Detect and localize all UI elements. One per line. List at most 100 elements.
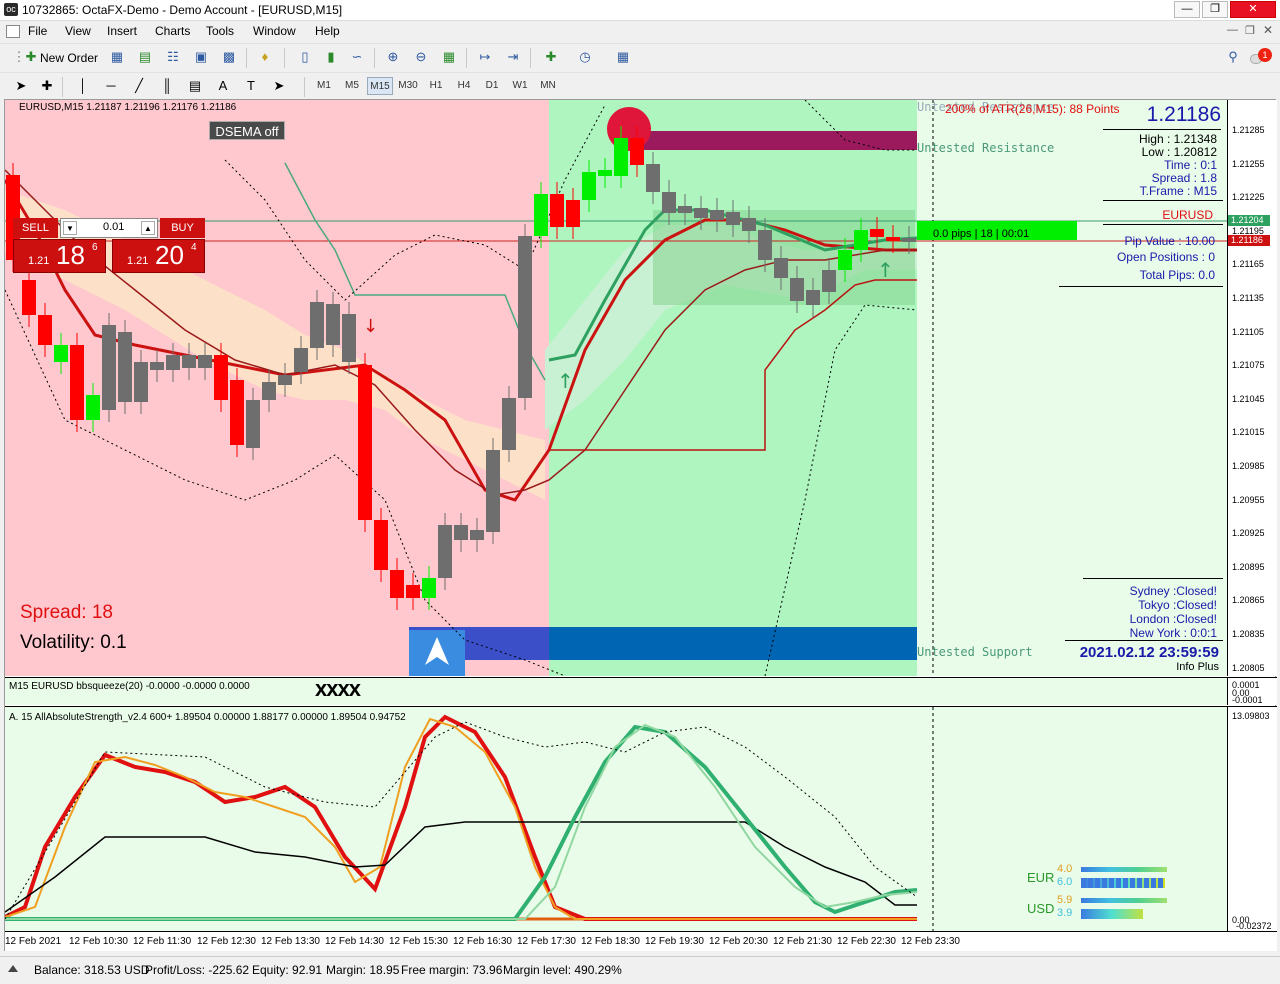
price-tick: 1.20835 — [1232, 629, 1265, 639]
menu-view[interactable]: View — [65, 24, 91, 38]
candle-body — [710, 210, 724, 220]
drawing-toolbar: ➤ ✚ │ ─ ╱ ║ ▤ A T ➤ M1 M5 M15 M30 H1 H4 … — [0, 72, 1280, 98]
restore-button[interactable]: ❐ — [1202, 1, 1228, 18]
periods-clock-icon[interactable]: ◷ — [574, 47, 596, 67]
price-tick: 1.20955 — [1232, 494, 1265, 505]
menu-insert[interactable]: Insert — [107, 24, 137, 38]
time-tick: 12 Feb 19:30 — [645, 936, 704, 947]
strategy-tester-icon[interactable]: ▩ — [218, 47, 240, 67]
indicators-icon[interactable]: ✚ — [540, 47, 562, 67]
dsema-button[interactable]: DSEMA off — [209, 121, 285, 140]
channel-icon[interactable]: ║ — [156, 76, 178, 96]
bar-chart-icon[interactable]: ▯ — [294, 47, 316, 67]
cursor-icon[interactable]: ➤ — [10, 76, 32, 96]
black-strength-line — [5, 821, 917, 913]
support-zone — [549, 627, 917, 660]
cloud-box — [653, 210, 915, 305]
toolbar-separator — [246, 48, 247, 68]
zoom-in-icon[interactable]: ⊕ — [382, 47, 404, 67]
minimize-button[interactable]: — — [1174, 1, 1200, 18]
candle-body — [134, 362, 148, 402]
crosshair-icon[interactable]: ✚ — [36, 76, 58, 96]
timeframe-m5[interactable]: M5 — [339, 77, 365, 95]
timeframe-mn[interactable]: MN — [535, 77, 561, 95]
candle-body — [54, 345, 68, 362]
candle-body — [790, 278, 804, 301]
data-window-icon[interactable]: ▤ — [134, 47, 156, 67]
menu-tools[interactable]: Tools — [206, 24, 234, 38]
time-tick: 12 Feb 10:30 — [69, 936, 128, 947]
zoom-out-icon[interactable]: ⊖ — [410, 47, 432, 67]
candle-body — [358, 365, 372, 520]
menu-window[interactable]: Window — [253, 24, 296, 38]
navigator-icon[interactable]: ☷ — [162, 47, 184, 67]
horizontal-line-icon[interactable]: ─ — [100, 76, 122, 96]
toolbar-separator — [62, 77, 63, 97]
lot-decrease-icon[interactable]: ▼ — [63, 221, 77, 235]
market-watch-icon[interactable]: ▦ — [106, 47, 128, 67]
sell-button[interactable]: SELL — [13, 218, 58, 238]
chart-header: EURUSD,M15 1.21187 1.21196 1.21176 1.211… — [19, 102, 237, 113]
buy-price[interactable]: 1.21 20 4 — [112, 239, 205, 273]
main-chart[interactable]: ↓ ↑ ↑ 0.0 pips | 18 | 00:01 EURUSD,M15 1… — [5, 100, 1227, 676]
candle-body — [342, 314, 356, 362]
templates-icon[interactable]: ▦ — [612, 47, 634, 67]
price-tick: 1.21075 — [1232, 360, 1265, 371]
menu-charts[interactable]: Charts — [155, 24, 190, 38]
chart-window-icon[interactable] — [6, 25, 20, 38]
timeframe-m1[interactable]: M1 — [311, 77, 337, 95]
timeframe-m15[interactable]: M15 — [367, 77, 393, 95]
low-label: Low : 1.20812 — [1141, 145, 1217, 159]
candlestick-icon[interactable]: ▮ — [320, 47, 342, 67]
timeframe-w1[interactable]: W1 — [507, 77, 533, 95]
candle-body — [86, 395, 100, 420]
ask-price-tag: 1.21204 — [1228, 215, 1270, 226]
close-chart-icon[interactable]: ✕ — [1263, 23, 1273, 37]
restore-chart-icon[interactable]: ❐ — [1245, 24, 1255, 37]
timeframe-h1[interactable]: H1 — [423, 77, 449, 95]
minimize-chart-icon[interactable]: — — [1227, 24, 1238, 36]
chart-shift-icon[interactable]: ⇥ — [502, 47, 524, 67]
lot-increase-icon[interactable]: ▲ — [141, 221, 155, 235]
arrows-icon[interactable]: ➤ — [268, 76, 290, 96]
new-order-button[interactable]: New Order — [38, 48, 100, 68]
candle-body — [518, 236, 532, 398]
menu-help[interactable]: Help — [315, 24, 340, 38]
margin-level-label: Margin level: 490.29% — [503, 963, 622, 977]
sell-price-sup: 6 — [92, 242, 98, 253]
candle-body — [854, 230, 868, 250]
line-chart-icon[interactable]: ∽ — [346, 47, 368, 67]
timeframe-d1[interactable]: D1 — [479, 77, 505, 95]
search-icon[interactable]: ⚲ — [1222, 47, 1244, 67]
absolute-strength-indicator[interactable]: A. 15 AllAbsoluteStrength_v2.4 600+ 1.89… — [5, 706, 1227, 932]
toolbar-separator — [284, 48, 285, 68]
bbsqueeze-indicator[interactable]: M15 EURUSD bbsqueeze(20) -0.0000 -0.0000… — [5, 677, 1227, 705]
text-icon[interactable]: A — [212, 76, 234, 96]
lot-input[interactable]: ▼ 0.01 ▲ — [60, 218, 158, 238]
vertical-line-icon[interactable]: │ — [72, 76, 94, 96]
candle-body — [214, 355, 228, 400]
candle-body — [326, 304, 340, 345]
autoscroll-icon[interactable]: ↦ — [474, 47, 496, 67]
trendline-icon[interactable]: ╱ — [128, 76, 150, 96]
buy-price-prefix: 1.21 — [127, 255, 149, 267]
buy-button[interactable]: BUY — [160, 218, 205, 238]
spread-label: Spread: 18 — [20, 602, 113, 623]
fibonacci-icon[interactable]: ▤ — [184, 76, 206, 96]
close-button[interactable]: ✕ — [1230, 1, 1276, 18]
notifications-icon[interactable]: 1 — [1250, 48, 1272, 66]
sell-price[interactable]: 1.21 18 6 — [13, 239, 106, 273]
autotrading-icon[interactable]: ♦ — [254, 47, 276, 67]
usd-bar-1 — [1081, 898, 1167, 903]
menu-file[interactable]: File — [28, 24, 47, 38]
collapse-icon[interactable] — [8, 965, 18, 972]
timeframe-m30[interactable]: M30 — [395, 77, 421, 95]
candle-body — [70, 345, 84, 420]
timeframe-h4[interactable]: H4 — [451, 77, 477, 95]
tile-windows-icon[interactable]: ▦ — [438, 47, 460, 67]
time-tick: 12 Feb 20:30 — [709, 936, 768, 947]
terminal-icon[interactable]: ▣ — [190, 47, 212, 67]
text-label-icon[interactable]: T — [240, 76, 262, 96]
candle-body — [774, 258, 788, 278]
orange-strength-line — [5, 717, 917, 920]
